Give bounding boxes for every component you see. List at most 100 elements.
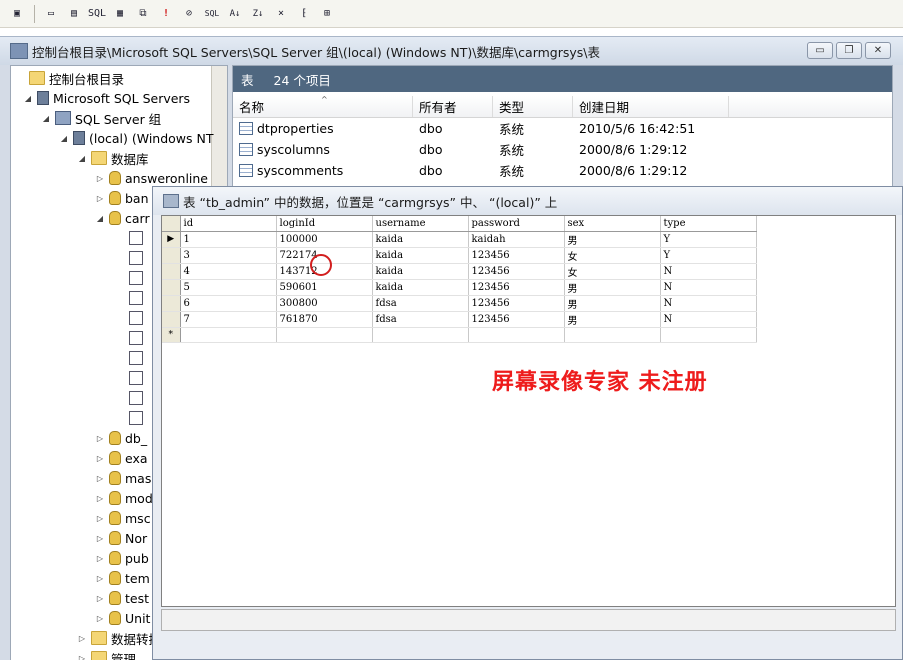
expand-icon[interactable]: ▷	[95, 534, 105, 543]
column-type[interactable]: 类型	[493, 96, 573, 117]
grid-cell-password[interactable]: 123456	[468, 263, 565, 280]
list-item[interactable]: syscolumns dbo 系统 2000/8/6 1:29:12	[233, 139, 892, 160]
sort-descending-icon[interactable]: Z↓	[247, 4, 269, 24]
list-item[interactable]: dtproperties dbo 系统 2010/5/6 16:42:51	[233, 118, 892, 139]
tree-item[interactable]: ◢ SQL Server 组	[41, 108, 161, 128]
add-table-icon[interactable]: ⊞	[316, 4, 338, 24]
grid-cell-sex[interactable]: 男	[564, 279, 661, 296]
tree-item[interactable]: ◢ (local) (Windows NT	[59, 128, 214, 148]
new-row-cell[interactable]	[180, 327, 277, 343]
expand-icon[interactable]: ▷	[95, 554, 105, 563]
tree-item[interactable]: ◢ 数据库	[77, 148, 149, 168]
grid-col-sex[interactable]: sex	[564, 216, 661, 232]
grid-cell-username[interactable]: kaida	[372, 263, 469, 280]
results-pane-icon[interactable]: ▦	[109, 4, 131, 24]
collapse-icon[interactable]: ◢	[41, 114, 51, 123]
grid-pane-icon[interactable]: ▤	[63, 4, 85, 24]
grid-cell-username[interactable]: fdsa	[372, 311, 469, 328]
tree-subitem[interactable]	[129, 408, 147, 428]
grid-cell-id[interactable]: 5	[180, 279, 277, 296]
row-selector[interactable]: ▶	[162, 231, 181, 248]
tree-subitem[interactable]	[129, 328, 147, 348]
sort-ascending-icon[interactable]: A↓	[224, 4, 246, 24]
tree-item[interactable]: ▷ 管理	[77, 648, 136, 660]
tree-item[interactable]: ▷ tem	[95, 568, 150, 588]
tree-item[interactable]: ▷ mas	[95, 468, 151, 488]
grid-col-type[interactable]: type	[660, 216, 757, 232]
tree-subitem[interactable]	[129, 288, 147, 308]
close-button[interactable]: ✕	[865, 42, 891, 59]
expand-icon[interactable]: ▷	[95, 574, 105, 583]
grid-cell-loginid[interactable]: 761870	[276, 311, 373, 328]
verify-sql-icon[interactable]: SQL	[201, 4, 223, 24]
new-row-cell[interactable]	[564, 327, 661, 343]
grid-cell-loginid[interactable]: 300800	[276, 295, 373, 312]
grid-cell-sex[interactable]: 女	[564, 247, 661, 264]
tree-subitem[interactable]	[129, 348, 147, 368]
cancel-query-icon[interactable]: ⊘	[178, 4, 200, 24]
grid-col-password[interactable]: password	[468, 216, 565, 232]
minimize-button[interactable]: ▭	[807, 42, 833, 59]
tree-item[interactable]: ▷ db_	[95, 428, 147, 448]
grid-cell-password[interactable]: 123456	[468, 279, 565, 296]
grid-col-id[interactable]: id	[180, 216, 277, 232]
restore-button[interactable]: ❐	[836, 42, 862, 59]
new-row[interactable]: *	[162, 327, 757, 343]
remove-filter-icon[interactable]: ⨯	[270, 4, 292, 24]
tree-subitem[interactable]	[129, 388, 147, 408]
expand-icon[interactable]: ▷	[95, 194, 105, 203]
grid-cell-type[interactable]: N	[660, 279, 757, 296]
expand-icon[interactable]: ▷	[95, 494, 105, 503]
grid-cell-sex[interactable]: 男	[564, 231, 661, 248]
tree-subitem[interactable]	[129, 248, 147, 268]
tree-subitem[interactable]	[129, 308, 147, 328]
grid-cell-password[interactable]: 123456	[468, 247, 565, 264]
tree-item[interactable]: ▷ mod	[95, 488, 153, 508]
expand-icon[interactable]: ▷	[95, 614, 105, 623]
grid-cell-type[interactable]: N	[660, 295, 757, 312]
tree-item[interactable]: ▷ Nor	[95, 528, 147, 548]
grid-cell-username[interactable]: kaida	[372, 247, 469, 264]
grid-cell-type[interactable]: Y	[660, 231, 757, 248]
tree-subitem[interactable]	[129, 268, 147, 288]
expand-icon[interactable]: ▷	[95, 514, 105, 523]
grid-cell-id[interactable]: 3	[180, 247, 277, 264]
expand-icon[interactable]: ▷	[77, 634, 87, 643]
new-row-cell[interactable]	[276, 327, 373, 343]
grid-cell-type[interactable]: N	[660, 311, 757, 328]
grid-row[interactable]: ▶ 1 100000 kaida kaidah 男 Y	[162, 231, 757, 248]
expand-icon[interactable]: ▷	[95, 454, 105, 463]
column-created[interactable]: 创建日期	[573, 96, 729, 117]
grid-col-loginid[interactable]: loginId	[276, 216, 373, 232]
collapse-icon[interactable]: ◢	[23, 94, 33, 103]
row-selector[interactable]	[162, 247, 181, 264]
new-row-marker[interactable]: *	[162, 327, 181, 343]
column-name[interactable]: 名称 ^	[233, 95, 413, 117]
row-selector[interactable]	[162, 279, 181, 296]
row-selector[interactable]	[162, 311, 181, 328]
tree-subitem[interactable]	[129, 228, 147, 248]
new-row-cell[interactable]	[468, 327, 565, 343]
grid-cell-loginid[interactable]: 100000	[276, 231, 373, 248]
grid-cell-sex[interactable]: 女	[564, 263, 661, 280]
diagram-pane-icon[interactable]: ▭	[40, 4, 62, 24]
grid-cell-password[interactable]: kaidah	[468, 231, 565, 248]
grid-row[interactable]: 3 722174 kaida 123456 女 Y	[162, 247, 757, 264]
group-by-icon[interactable]: ⁅	[293, 4, 315, 24]
grid-row[interactable]: 5 590601 kaida 123456 男 N	[162, 279, 757, 296]
collapse-icon[interactable]: ◢	[77, 154, 87, 163]
tree-item[interactable]: ▷ pub	[95, 548, 149, 568]
row-selector[interactable]	[162, 295, 181, 312]
tree-item[interactable]: ▷ Unit	[95, 608, 151, 628]
grid-corner[interactable]	[162, 216, 181, 232]
tree-item[interactable]: ◢ Microsoft SQL Servers	[23, 88, 190, 108]
grid-cell-id[interactable]: 7	[180, 311, 277, 328]
column-owner[interactable]: 所有者	[413, 96, 493, 117]
grid-cell-id[interactable]: 1	[180, 231, 277, 248]
grid-cell-password[interactable]: 123456	[468, 311, 565, 328]
grid-cell-username[interactable]: fdsa	[372, 295, 469, 312]
properties-icon[interactable]: ▣	[6, 4, 28, 24]
grid-cell-username[interactable]: kaida	[372, 279, 469, 296]
expand-icon[interactable]: ▷	[95, 594, 105, 603]
tree-item[interactable]: ▷ exa	[95, 448, 148, 468]
